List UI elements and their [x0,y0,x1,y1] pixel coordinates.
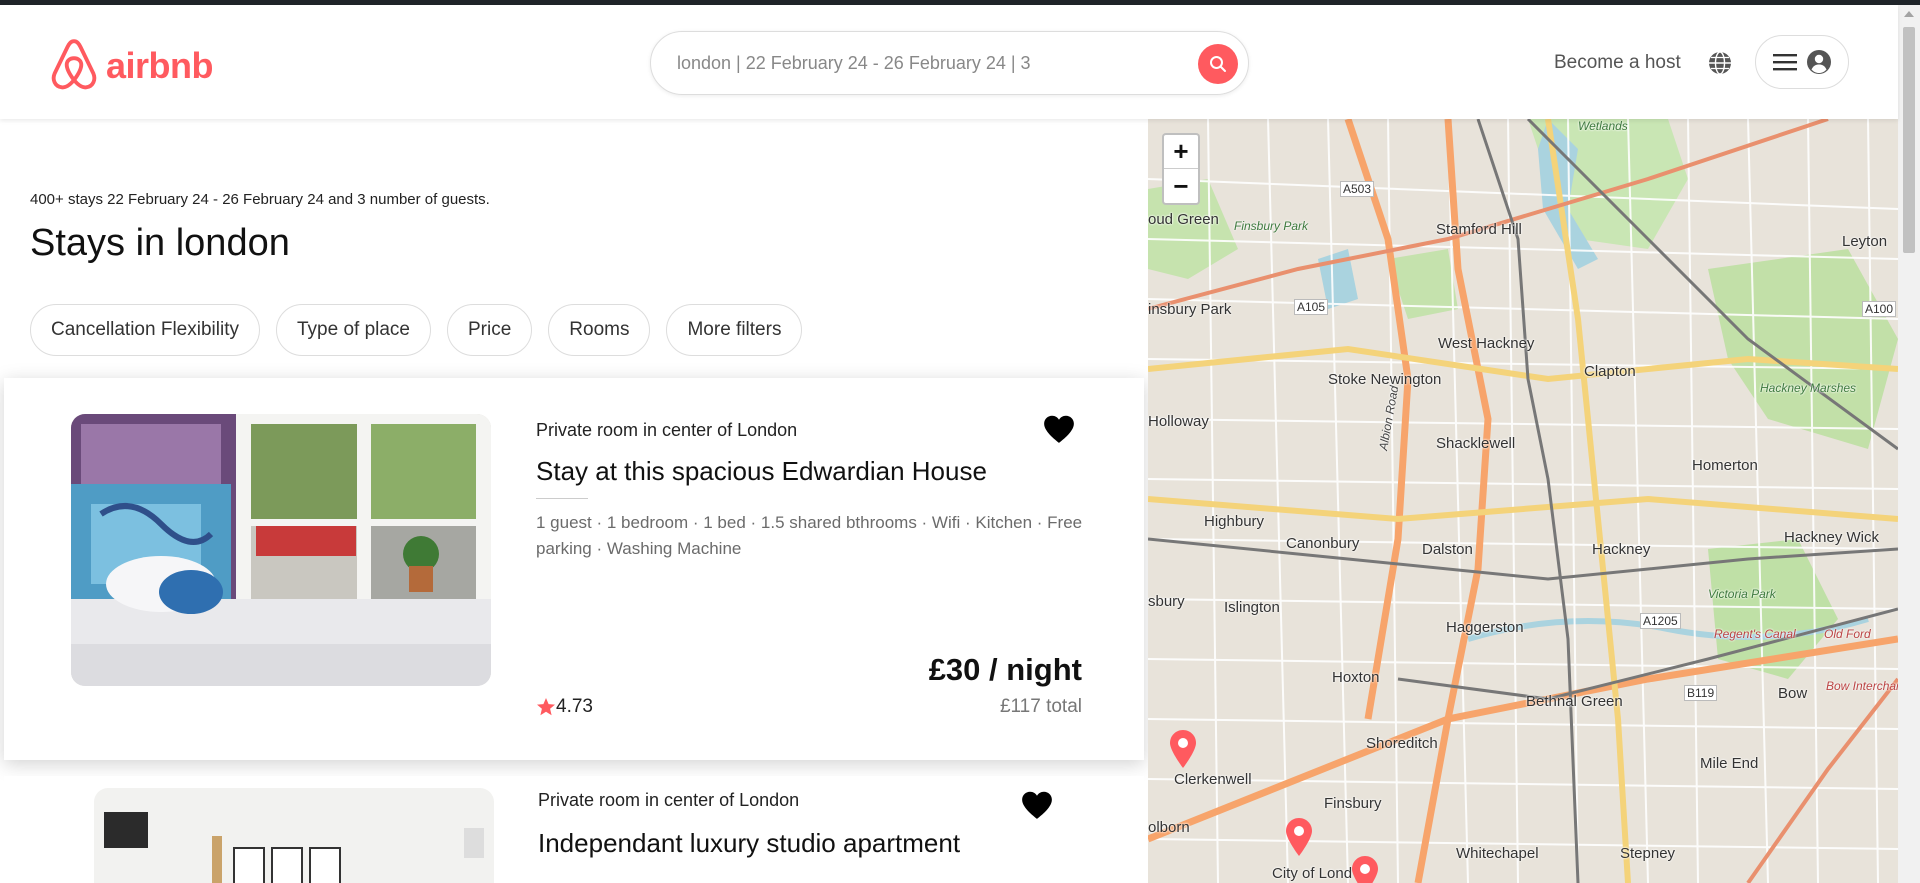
become-a-host-link[interactable]: Become a host [1554,52,1681,74]
heart-icon[interactable] [1042,414,1076,444]
results-summary: 400+ stays 22 February 24 - 26 February … [30,191,490,208]
rating-value: 4.73 [556,696,593,717]
airbnb-logo-icon [51,39,97,90]
user-avatar-icon [1806,50,1831,74]
listing-card[interactable]: Private room in center of London Stay at… [4,378,1144,760]
map-pin-icon[interactable] [1350,855,1380,883]
listing-title[interactable]: Stay at this spacious Edwardian House [536,456,987,487]
map-label: insbury Park [1148,301,1232,318]
map-label: Canonbury [1286,535,1360,552]
globe-icon[interactable] [1707,50,1733,76]
map-label: A503 [1340,181,1375,197]
map-label: Stepney [1620,845,1676,862]
map-label: Finsbury [1324,795,1382,812]
zoom-in-button[interactable]: + [1164,135,1198,169]
map-label: Bethnal Green [1526,693,1623,710]
listing-total: £117 total [999,696,1082,717]
map-label: Haggerston [1446,619,1524,636]
map-label: Clapton [1584,363,1636,380]
map-label: Clerkenwell [1174,771,1252,788]
map-label: A105 [1294,299,1329,315]
map-label: Holloway [1148,413,1209,430]
map-label: Stamford Hill [1436,221,1522,238]
map-label: Homerton [1692,457,1758,474]
map-label: Stoke Newington [1328,371,1442,388]
listing-rating: 4.73 [536,696,593,718]
title-divider [536,498,588,499]
listing-title[interactable]: Independant luxury studio apartment [538,828,960,859]
user-menu-button[interactable] [1755,35,1849,89]
map-label: Hoxton [1332,669,1380,686]
scroll-thumb[interactable] [1903,27,1915,253]
search-bar[interactable] [650,31,1249,95]
map-label: Shoreditch [1366,735,1438,752]
scroll-up-arrow-icon[interactable] [1904,11,1914,17]
map-label: Hackney Wick [1784,529,1880,546]
filter-type-of-place[interactable]: Type of place [275,304,431,356]
filter-bar: Cancellation Flexibility Type of place P… [30,304,803,356]
map-label: Bow [1778,685,1808,702]
star-icon [537,698,555,716]
map-label: Dalston [1422,541,1473,558]
airbnb-logo[interactable]: airbnb [48,38,214,93]
map-pin-icon[interactable] [1168,729,1198,769]
map-label: A100 [1862,301,1897,317]
zoom-out-button[interactable]: − [1164,169,1198,203]
listing-photo-studio [94,788,494,883]
map-label: City of Lond [1272,865,1353,882]
map-label: West Hackney [1438,335,1535,352]
listing-card[interactable]: Private room in center of London Indepen… [4,776,1144,883]
listing-photo[interactable] [94,788,494,883]
map-tiles [1148,119,1898,883]
filter-more-filters[interactable]: More filters [666,304,803,356]
map-label: Victoria Park [1708,587,1776,601]
filter-cancellation-flexibility[interactable]: Cancellation Flexibility [30,304,260,356]
map-label: oud Green [1148,211,1219,228]
map-label: Wetlands [1578,119,1628,133]
map-label: Whitechapel [1456,845,1539,862]
listing-subtitle: Private room in center of London [536,420,798,440]
filter-rooms[interactable]: Rooms [548,304,651,356]
map-label: Highbury [1204,513,1265,530]
heart-icon[interactable] [1020,790,1054,820]
map-label: Hackney [1592,541,1651,558]
listing-photo-bedroom-window [71,414,491,686]
listing-price: £30 / night [928,652,1082,687]
map-label: Bow Interchange [1826,679,1898,693]
brand-name: airbnb [106,44,214,86]
map-label: Finsbury Park [1234,219,1309,233]
map-pin-icon[interactable] [1284,817,1314,857]
map-label: Old Ford [1824,627,1871,641]
filter-price[interactable]: Price [447,304,533,356]
map-label: Hackney Marshes [1760,381,1857,395]
map-label: A1205 [1640,613,1681,629]
listing-photo[interactable] [71,414,491,686]
page-scrollbar[interactable] [1898,5,1920,883]
map-label: olborn [1148,819,1190,836]
page-title: Stays in london [30,222,290,264]
map-label: B119 [1684,685,1718,701]
map-label: Regent's Canal [1714,627,1796,641]
zoom-controls: + − [1162,133,1200,205]
map-label: Leyton [1842,233,1888,250]
search-input[interactable] [677,52,1177,74]
map-label: sbury [1148,593,1185,610]
search-button[interactable] [1198,44,1238,84]
listing-amenities: 1 guest · 1 bedroom · 1 bed · 1.5 shared… [536,513,1083,558]
map-label: Mile End [1700,755,1759,772]
search-icon [1210,56,1226,72]
map-label: Islington [1224,599,1280,616]
top-navbar: airbnb Become a host [0,5,1898,119]
map-view[interactable]: + − Wetlands A503 Stamford Hill Leyton o… [1148,119,1898,883]
listing-subtitle: Private room in center of London [538,790,800,810]
hamburger-icon [1772,54,1797,71]
map-label: Shacklewell [1436,435,1516,452]
